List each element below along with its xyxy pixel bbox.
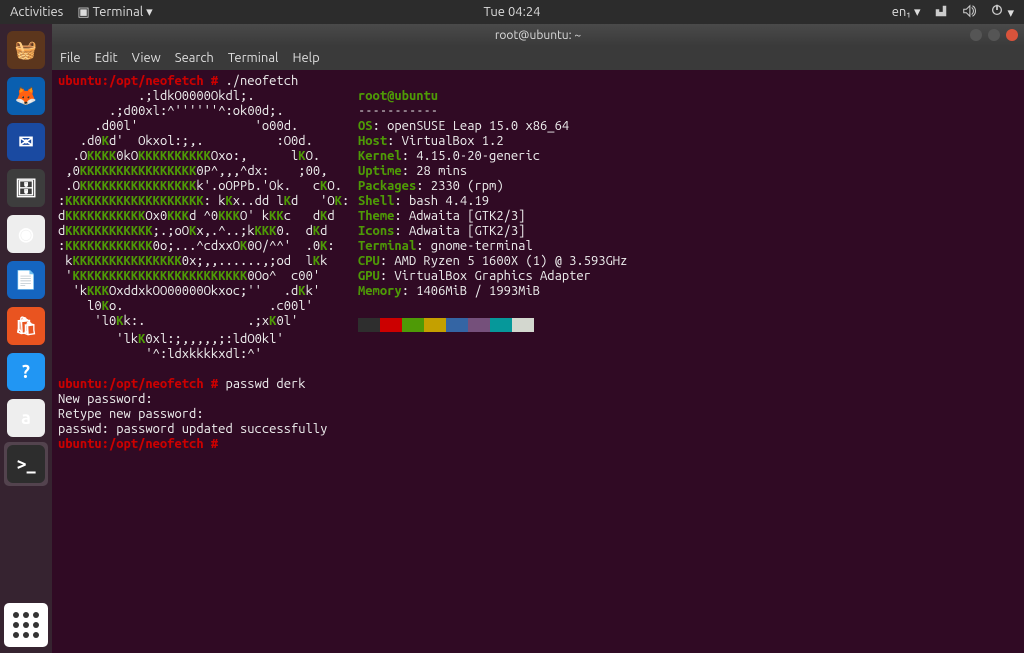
ubuntu-store-icon[interactable]: 🧺 [4,28,48,72]
thunderbird-icon[interactable]: ✉ [4,120,48,164]
activities-button[interactable]: Activities [10,5,63,19]
close-button[interactable] [1006,29,1018,41]
terminal-content[interactable]: ubuntu:/opt/neofetch # ./neofetch .;ldkO… [52,70,1024,653]
amazon-icon[interactable]: a [4,396,48,440]
minimize-button[interactable] [970,29,982,41]
rhythmbox-icon[interactable]: ◉ [4,212,48,256]
menu-view[interactable]: View [132,51,161,65]
help-icon[interactable]: ? [4,350,48,394]
maximize-button[interactable] [988,29,1000,41]
window-titlebar[interactable]: root@ubuntu: ~ [52,24,1024,46]
show-applications-button[interactable] [4,603,48,647]
top-panel: Activities ▣ Terminal ▾ Tue 04:24 en₁ ▾ … [0,0,1024,24]
menubar: File Edit View Search Terminal Help [52,46,1024,70]
menu-help[interactable]: Help [292,51,319,65]
network-icon[interactable] [934,4,948,21]
files-icon[interactable]: 🗄 [4,166,48,210]
volume-icon[interactable] [962,4,976,21]
menu-edit[interactable]: Edit [95,51,118,65]
dock: 🧺🦊✉🗄◉📄🛍?a>_ [0,24,52,653]
firefox-icon[interactable]: 🦊 [4,74,48,118]
menu-file[interactable]: File [60,51,81,65]
window-title: root@ubuntu: ~ [495,29,581,42]
software-icon[interactable]: 🛍 [4,304,48,348]
terminal-icon[interactable]: >_ [4,442,48,486]
power-icon[interactable]: ▾ [990,3,1014,21]
terminal-window: root@ubuntu: ~ File Edit View Search Termina… [52,24,1024,653]
menu-terminal[interactable]: Terminal [228,51,279,65]
app-menu[interactable]: ▣ Terminal ▾ [77,5,152,20]
clock[interactable]: Tue 04:24 [484,5,541,19]
writer-icon[interactable]: 📄 [4,258,48,302]
input-lang[interactable]: en₁ ▾ [892,5,921,20]
menu-search[interactable]: Search [175,51,214,65]
